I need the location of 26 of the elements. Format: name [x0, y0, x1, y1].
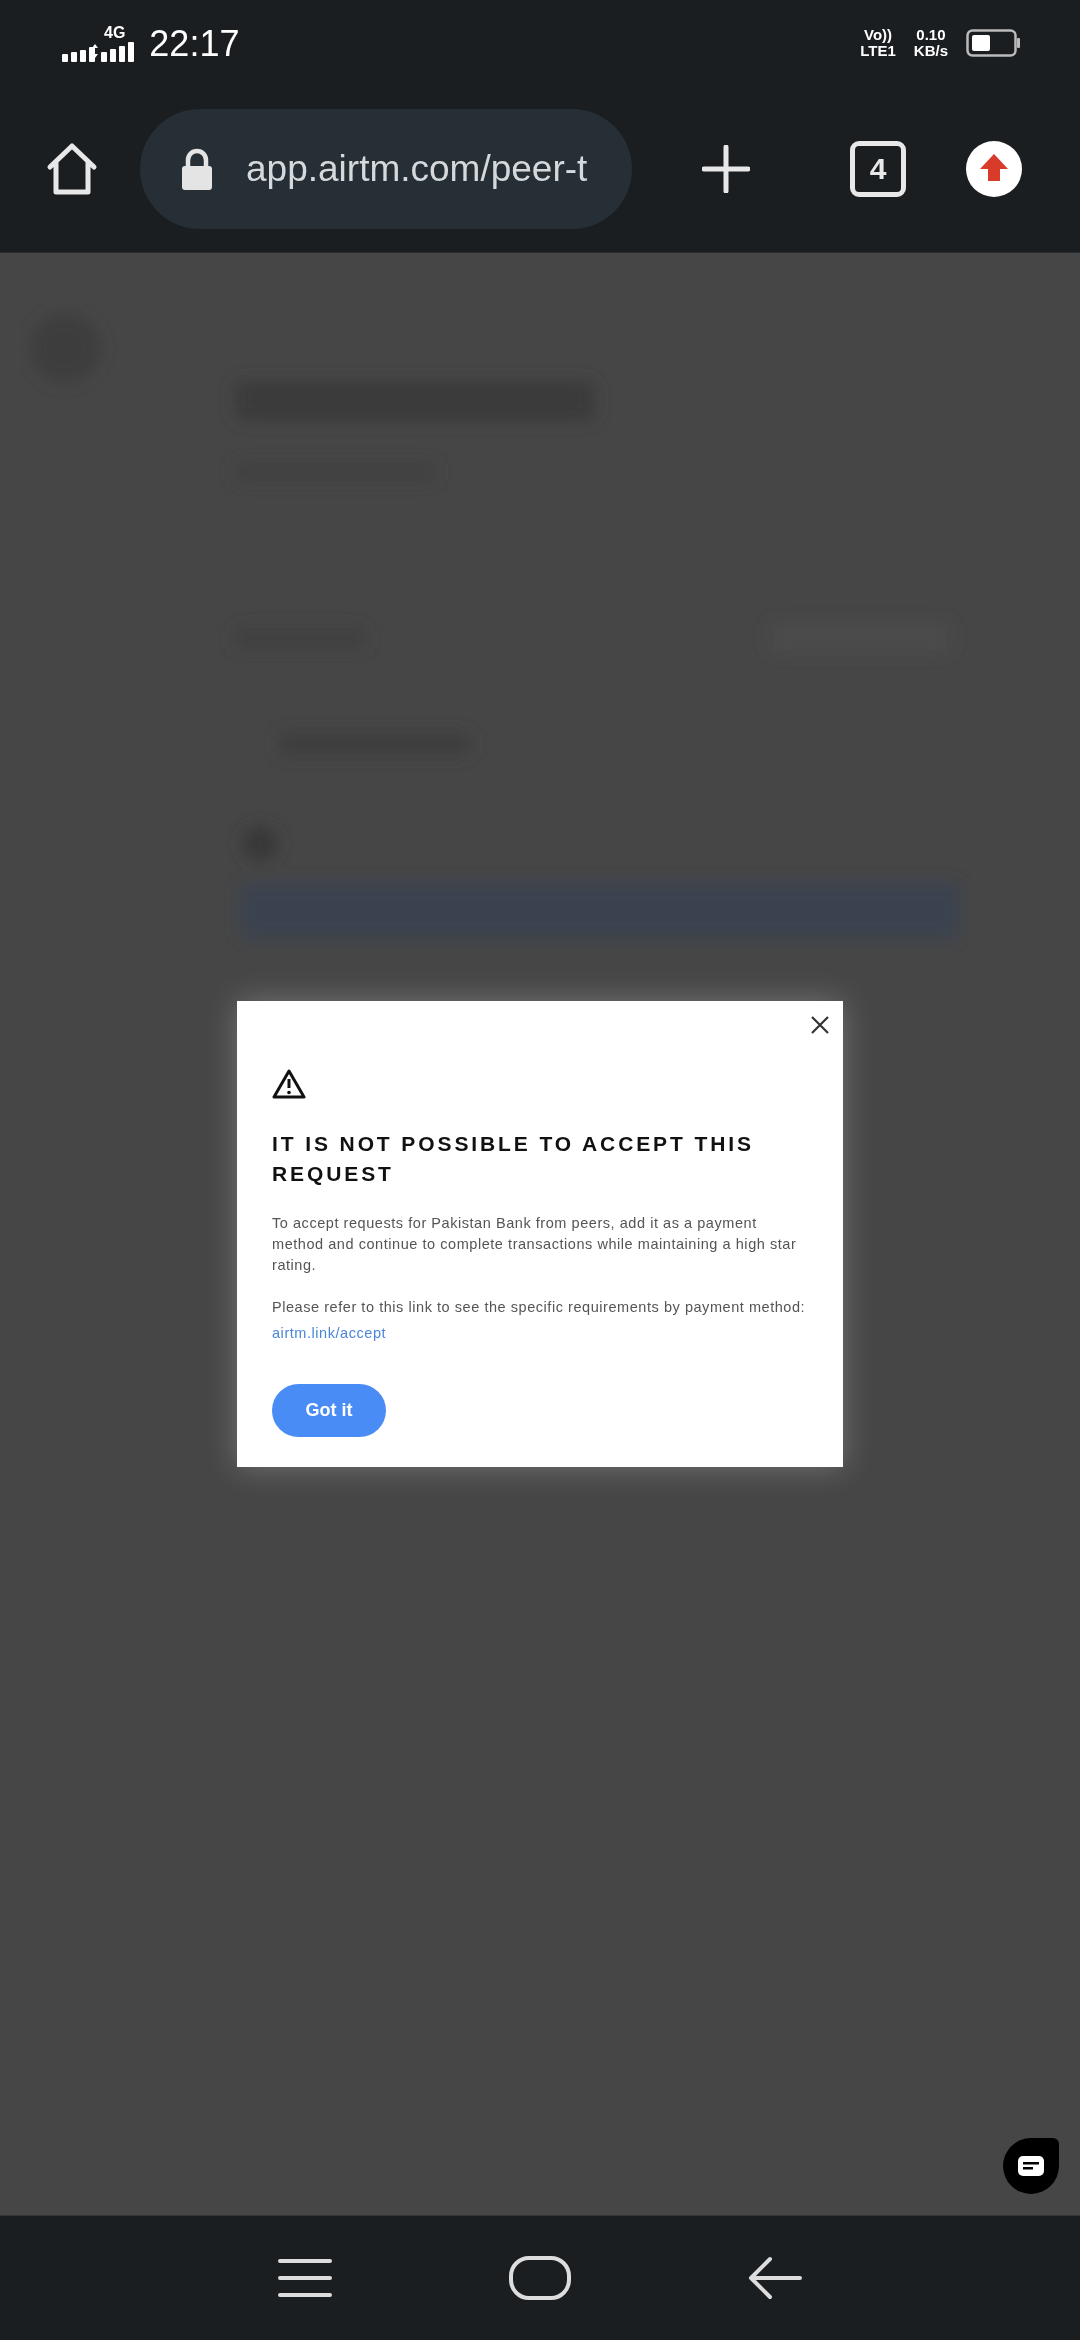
plus-icon[interactable] [702, 145, 750, 193]
dialog-message: To accept requests for Pakistan Bank from peers, add it as a payment method and continue to complete transactions while maintaining a high star rating. [272, 1214, 798, 1275]
chat-icon [1018, 2156, 1044, 2176]
network-type: 4G [104, 24, 126, 42]
signal-icon [91, 40, 136, 62]
upload-icon[interactable] [966, 141, 1022, 197]
address-bar[interactable]: app.airtm.com/peer-t [140, 109, 632, 229]
speed-value: 0.10 [916, 27, 946, 43]
accept-link[interactable]: airtm.link/accept [272, 1325, 387, 1341]
signal-icon [62, 44, 98, 62]
back-icon[interactable] [747, 2256, 802, 2300]
tab-count-button[interactable]: 4 [850, 141, 906, 197]
lte-label: LTE1 [860, 43, 896, 59]
close-icon[interactable] [811, 1016, 829, 1034]
speed-unit: KB/s [913, 43, 948, 59]
warning-icon [272, 1069, 306, 1099]
chat-button[interactable] [1003, 2138, 1059, 2194]
lock-icon [180, 147, 214, 191]
url-text: app.airtm.com/peer-t [246, 148, 588, 190]
volte-label: Vo)) [864, 27, 893, 43]
battery-icon [966, 29, 1022, 57]
clock: 22:17 [149, 26, 240, 62]
home-button-icon[interactable] [509, 2256, 571, 2300]
dialog-message: Please refer to this link to see the specific requirements by payment method: airtm.link/accept [272, 1298, 807, 1343]
menu-icon[interactable] [278, 2258, 333, 2298]
dialog-title: IT IS NOT POSSIBLE TO ACCEPT THIS REQUEST [272, 1131, 755, 1187]
